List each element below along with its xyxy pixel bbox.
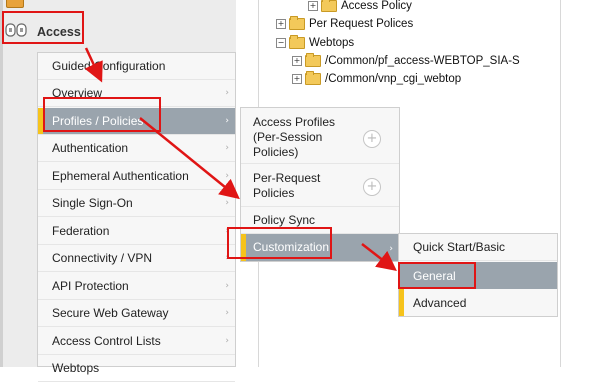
expand-icon[interactable]: + (308, 1, 318, 11)
chevron-right-icon: › (225, 308, 229, 318)
tree-item-label: Access Policy (341, 0, 412, 12)
menu-item-label: General (413, 268, 456, 283)
menu-item-per-request-policies[interactable]: Per-Request Policies + (241, 165, 399, 207)
menu-item-label: Ephemeral Authentication (52, 169, 189, 183)
menu-item-access-control-lists[interactable]: Access Control Lists › (38, 328, 235, 355)
menu-item-label: Secure Web Gateway (52, 306, 169, 320)
tree-panel-divider (560, 0, 561, 367)
menu-item-label: Authentication (52, 141, 129, 155)
menu-item-label: Access Profiles (Per-Session Policies) (253, 115, 336, 159)
folder-icon (321, 0, 337, 12)
chevron-right-icon: › (225, 171, 229, 181)
menu-item-label: API Protection (52, 279, 129, 293)
menu-item-label: Advanced (413, 295, 467, 310)
access-submenu: Guided Configuration Overview › Profiles… (37, 52, 236, 382)
profiles-policies-submenu: Access Profiles (Per-Session Policies) +… (240, 107, 400, 262)
chevron-right-icon: › (225, 143, 229, 153)
menu-item-advanced[interactable]: Advanced (399, 289, 557, 316)
tree-item-webtops[interactable]: − Webtops (276, 34, 354, 52)
tree-item-access-policy[interactable]: + Access Policy (308, 0, 412, 15)
left-nav-border (0, 0, 3, 367)
menu-item-profiles-policies[interactable]: Profiles / Policies › (38, 108, 235, 135)
menu-item-label: Quick Start/Basic (413, 240, 506, 254)
tree-item-label: Per Request Polices (309, 18, 414, 30)
folder-icon (305, 71, 321, 85)
expand-icon[interactable]: + (292, 56, 302, 66)
menu-item-label: Access Control Lists (52, 334, 161, 348)
menu-item-webtops[interactable]: Webtops (38, 355, 235, 382)
highlight-box-access (2, 11, 84, 44)
tree-item-label: Webtops (309, 37, 355, 49)
menu-item-general[interactable]: General (399, 262, 557, 289)
expand-icon[interactable]: + (276, 19, 286, 29)
customization-submenu: Quick Start/Basic General Advanced (398, 233, 558, 317)
menu-item-ephemeral-authentication[interactable]: Ephemeral Authentication › (38, 163, 235, 190)
menu-item-label: Per-Request Policies (253, 170, 321, 200)
menu-item-label: Connectivity / VPN (52, 251, 153, 265)
chevron-right-icon: › (225, 198, 229, 208)
module-icon (6, 0, 24, 8)
add-icon[interactable]: + (363, 178, 381, 196)
tree-item-label: /Common/vnp_cgi_webtop (325, 73, 462, 85)
chevron-right-icon: › (225, 336, 229, 346)
folder-icon (289, 16, 305, 30)
tree-item-label: /Common/pf_access-WEBTOP_SIA-S (325, 55, 520, 67)
menu-item-secure-web-gateway[interactable]: Secure Web Gateway › (38, 300, 235, 327)
menu-item-label: Profiles / Policies (52, 114, 144, 128)
selection-indicator (241, 234, 246, 261)
menu-item-label: Webtops (52, 361, 100, 375)
menu-item-label: Customization (253, 240, 330, 254)
chevron-right-icon: › (225, 226, 229, 236)
menu-item-customization[interactable]: Customization › (241, 234, 399, 261)
menu-item-label: Single Sign-On (52, 196, 133, 210)
menu-item-federation[interactable]: Federation › (38, 218, 235, 245)
tree-item-vnp-cgi-webtop[interactable]: + /Common/vnp_cgi_webtop (292, 70, 461, 88)
menu-item-label: Overview (52, 86, 103, 100)
menu-item-label: Policy Sync (253, 213, 316, 227)
menu-item-label: Guided Configuration (52, 59, 166, 73)
menu-item-authentication[interactable]: Authentication › (38, 135, 235, 162)
selection-indicator (399, 289, 404, 316)
chevron-right-icon: › (389, 244, 393, 254)
menu-item-single-sign-on[interactable]: Single Sign-On › (38, 190, 235, 217)
tree-item-per-request-polices[interactable]: + Per Request Polices (276, 15, 413, 33)
menu-item-label: Federation (52, 224, 110, 238)
folder-icon (305, 53, 321, 67)
menu-item-connectivity-vpn[interactable]: Connectivity / VPN › (38, 245, 235, 272)
menu-item-access-profiles[interactable]: Access Profiles (Per-Session Policies) + (241, 112, 399, 164)
menu-item-guided-configuration[interactable]: Guided Configuration (38, 53, 235, 80)
chevron-right-icon: › (225, 88, 229, 98)
collapse-icon[interactable]: − (276, 38, 286, 48)
selection-indicator (38, 108, 43, 134)
folder-open-icon (289, 35, 305, 49)
chevron-right-icon: › (225, 281, 229, 291)
menu-item-overview[interactable]: Overview › (38, 80, 235, 107)
chevron-right-icon: › (225, 253, 229, 263)
expand-icon[interactable]: + (292, 74, 302, 84)
menu-item-policy-sync[interactable]: Policy Sync (241, 208, 399, 234)
tree-item-webtop-sia[interactable]: + /Common/pf_access-WEBTOP_SIA-S (292, 52, 560, 70)
menu-item-api-protection[interactable]: API Protection › (38, 273, 235, 300)
chevron-right-icon: › (225, 116, 229, 126)
menu-item-quick-start-basic[interactable]: Quick Start/Basic (399, 234, 557, 261)
add-icon[interactable]: + (363, 130, 381, 148)
